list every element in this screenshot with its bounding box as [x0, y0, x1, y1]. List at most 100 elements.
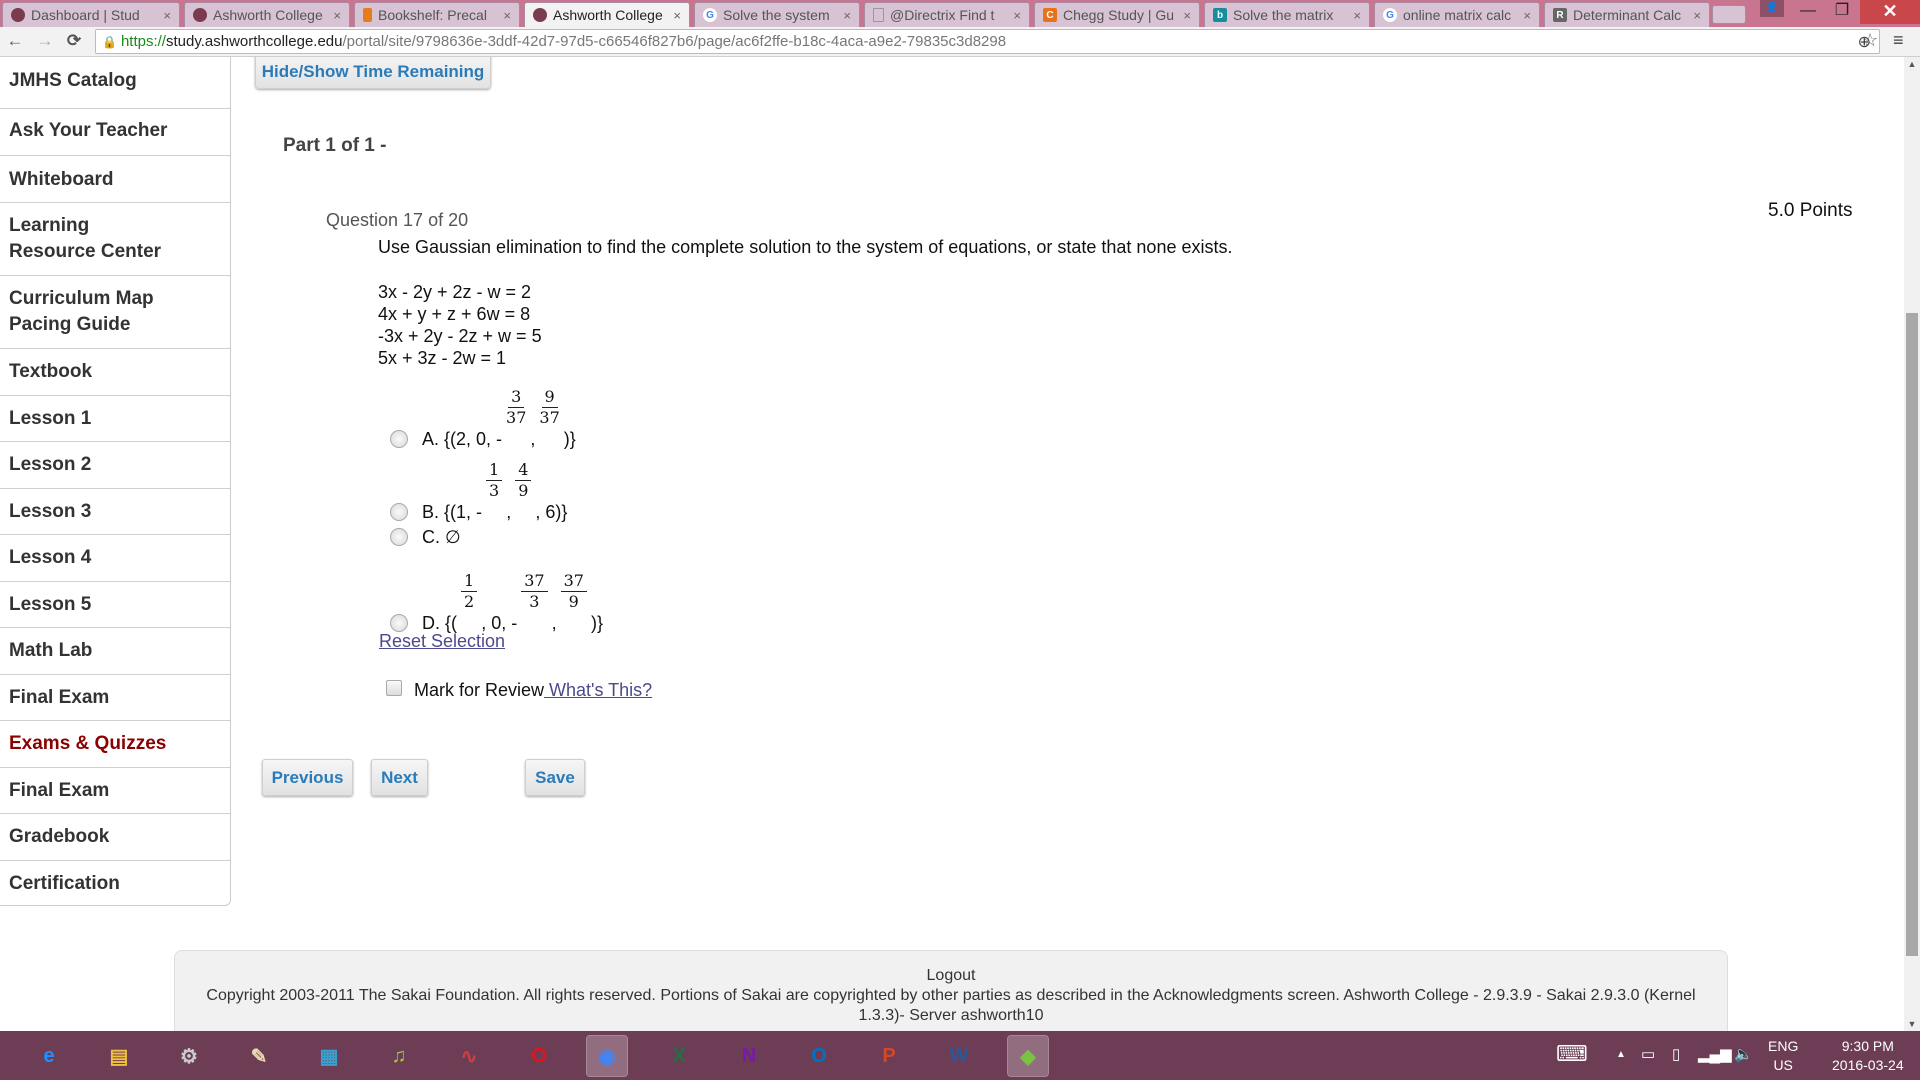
- option-b-radio[interactable]: [390, 503, 408, 521]
- tab-directrix[interactable]: @Directrix Find t ×: [864, 2, 1030, 27]
- taskbar-powerpoint-icon[interactable]: P: [869, 1036, 909, 1076]
- option-a-radio[interactable]: [390, 430, 408, 448]
- fraction: 12: [461, 571, 478, 612]
- close-tab-icon[interactable]: ×: [163, 8, 171, 23]
- taskbar-file-explorer-icon[interactable]: ▤: [99, 1036, 139, 1076]
- close-tab-icon[interactable]: ×: [1523, 8, 1531, 23]
- address-bar[interactable]: 🔒 https://study.ashworthcollege.edu/porta…: [95, 29, 1880, 54]
- fraction: 37 3: [521, 571, 548, 612]
- option-c-radio[interactable]: [390, 528, 408, 546]
- show-hidden-icons-chevron[interactable]: ▲: [1616, 1049, 1626, 1060]
- bookshelf-icon: [363, 8, 372, 22]
- sidebar-item-whiteboard[interactable]: Whiteboard: [0, 155, 230, 202]
- close-tab-icon[interactable]: ×: [673, 8, 681, 23]
- tab-ashworth-1[interactable]: Ashworth College ×: [184, 2, 350, 27]
- sidebar-item-exams-quizzes[interactable]: Exams & Quizzes: [0, 720, 230, 767]
- page-scrollbar[interactable]: ▲ ▼: [1904, 57, 1920, 1031]
- sidebar-item-learning-resource-center[interactable]: Learning Resource Center: [0, 202, 230, 275]
- sidebar-item-lesson-5[interactable]: Lesson 5: [0, 581, 230, 627]
- sidebar-item-jmhs-catalog[interactable]: JMHS Catalog: [0, 57, 230, 107]
- forward-icon[interactable]: →: [34, 31, 56, 51]
- whats-this-link[interactable]: What's This?: [544, 680, 652, 700]
- sidebar-item-lesson-1[interactable]: Lesson 1: [0, 395, 230, 441]
- tab-solve-matrix[interactable]: b Solve the matrix ×: [1204, 2, 1370, 27]
- maximize-button[interactable]: ❐: [1822, 0, 1862, 24]
- network-signal-icon[interactable]: ▂▄▆: [1698, 1045, 1732, 1063]
- logout-link[interactable]: Logout: [175, 966, 1727, 986]
- sidebar-item-lesson-2[interactable]: Lesson 2: [0, 441, 230, 488]
- sidebar-item-lesson-4[interactable]: Lesson 4: [0, 534, 230, 581]
- sidebar-item-curriculum-map[interactable]: Curriculum Map Pacing Guide: [0, 275, 230, 348]
- display-icon[interactable]: ▭: [1641, 1045, 1655, 1063]
- tab-determinant[interactable]: R Determinant Calc ×: [1544, 2, 1710, 27]
- option-b[interactable]: B. {(1, - 13 , 49 , 6)}: [390, 460, 567, 523]
- tab-ashworth-active[interactable]: Ashworth College ×: [524, 2, 690, 27]
- copyright-text: Copyright 2003-2011 The Sakai Foundation…: [206, 987, 1696, 1024]
- save-button[interactable]: Save: [525, 759, 585, 796]
- taskbar-bluestacks-icon[interactable]: ◆: [1007, 1035, 1049, 1077]
- close-tab-icon[interactable]: ×: [843, 8, 851, 23]
- battery-icon[interactable]: ▯: [1672, 1045, 1680, 1063]
- close-tab-icon[interactable]: ×: [1183, 8, 1191, 23]
- hide-show-time-button[interactable]: Hide/Show Time Remaining: [255, 57, 491, 89]
- taskbar-paint-easel-icon[interactable]: ✎: [239, 1036, 279, 1076]
- keyboard-icon[interactable]: ⌨: [1556, 1041, 1588, 1067]
- sidebar-item-math-lab[interactable]: Math Lab: [0, 627, 230, 674]
- reload-icon[interactable]: ⟳: [63, 31, 85, 51]
- tab-solve-system[interactable]: G Solve the system ×: [694, 2, 860, 27]
- taskbar-chrome-icon[interactable]: ◉: [586, 1035, 628, 1077]
- menu-icon[interactable]: ≡: [1893, 30, 1904, 51]
- mark-for-review-checkbox[interactable]: [386, 680, 402, 696]
- taskbar-video-player-icon[interactable]: ▦: [309, 1036, 349, 1076]
- clock[interactable]: 9:30 PM 2016-03-24: [1832, 1037, 1904, 1075]
- language-indicator[interactable]: ENG US: [1768, 1037, 1798, 1075]
- taskbar-onenote-icon[interactable]: N: [729, 1036, 769, 1076]
- taskbar-outlook-icon[interactable]: O: [799, 1036, 839, 1076]
- screen: Dashboard | Stud × Ashworth College × Book…: [0, 0, 1920, 1080]
- sidebar-item-ask-your-teacher[interactable]: Ask Your Teacher: [0, 108, 230, 155]
- volume-icon[interactable]: 🔈: [1734, 1045, 1753, 1063]
- tab-dashboard[interactable]: Dashboard | Stud ×: [2, 2, 180, 27]
- sidebar-item-lesson-3[interactable]: Lesson 3: [0, 488, 230, 534]
- footer: Logout Copyright 2003-2011 The Sakai Fou…: [174, 950, 1728, 1031]
- option-a[interactable]: A. {(2, 0, - 3 37 , 9 37 )}: [390, 387, 576, 450]
- sidebar: JMHS Catalog Ask Your Teacher Whiteboard…: [0, 57, 231, 906]
- taskbar-excel-icon[interactable]: X: [659, 1036, 699, 1076]
- tab-chegg[interactable]: C Chegg Study | Gu ×: [1034, 2, 1200, 27]
- sidebar-item-final-exam-2[interactable]: Final Exam: [0, 767, 230, 813]
- next-button[interactable]: Next: [371, 759, 428, 796]
- reset-selection-link[interactable]: Reset Selection: [379, 631, 505, 652]
- close-tab-icon[interactable]: ×: [1353, 8, 1361, 23]
- previous-button[interactable]: Previous: [262, 759, 353, 796]
- mark-for-review-label: Mark for Review What's This?: [414, 680, 653, 700]
- close-window-button[interactable]: ✕: [1860, 0, 1920, 24]
- option-c[interactable]: C. ∅: [390, 526, 461, 548]
- close-tab-icon[interactable]: ×: [503, 8, 511, 23]
- tab-matrix-calc[interactable]: Gonline matrix calc ×: [1374, 2, 1540, 27]
- sidebar-item-final-exam[interactable]: Final Exam: [0, 674, 230, 720]
- close-tab-icon[interactable]: ×: [333, 8, 341, 23]
- page-icon: [873, 8, 884, 22]
- scroll-down-arrow[interactable]: ▼: [1904, 1019, 1920, 1029]
- option-d-radio[interactable]: [390, 614, 408, 632]
- new-tab-button[interactable]: [1712, 5, 1746, 24]
- taskbar-word-icon[interactable]: W: [939, 1036, 979, 1076]
- sidebar-item-gradebook[interactable]: Gradebook: [0, 813, 230, 860]
- close-tab-icon[interactable]: ×: [1693, 8, 1701, 23]
- question-prompt: Use Gaussian elimination to find the com…: [378, 237, 1233, 257]
- sidebar-item-certification[interactable]: Certification: [0, 860, 230, 906]
- back-icon[interactable]: ←: [4, 31, 26, 51]
- taskbar-internet-explorer-icon[interactable]: e: [29, 1036, 69, 1076]
- scroll-up-arrow[interactable]: ▲: [1904, 59, 1920, 69]
- option-d[interactable]: D. {( 12 , 0, - 37 3 , 37 9 )}: [390, 571, 603, 634]
- scroll-thumb[interactable]: [1906, 313, 1918, 956]
- close-tab-icon[interactable]: ×: [1013, 8, 1021, 23]
- taskbar-system-settings-icon[interactable]: ⚙: [169, 1036, 209, 1076]
- taskbar-music-player-icon[interactable]: ♫: [379, 1036, 419, 1076]
- sidebar-item-textbook[interactable]: Textbook: [0, 348, 230, 395]
- tab-bookshelf[interactable]: Bookshelf: Precal ×: [354, 2, 520, 27]
- taskbar-opera-icon[interactable]: O: [519, 1036, 559, 1076]
- profile-icon[interactable]: 👤: [1760, 0, 1784, 17]
- bookmark-star-icon[interactable]: ☆: [1862, 30, 1920, 51]
- taskbar-audio-editor-icon[interactable]: ∿: [449, 1036, 489, 1076]
